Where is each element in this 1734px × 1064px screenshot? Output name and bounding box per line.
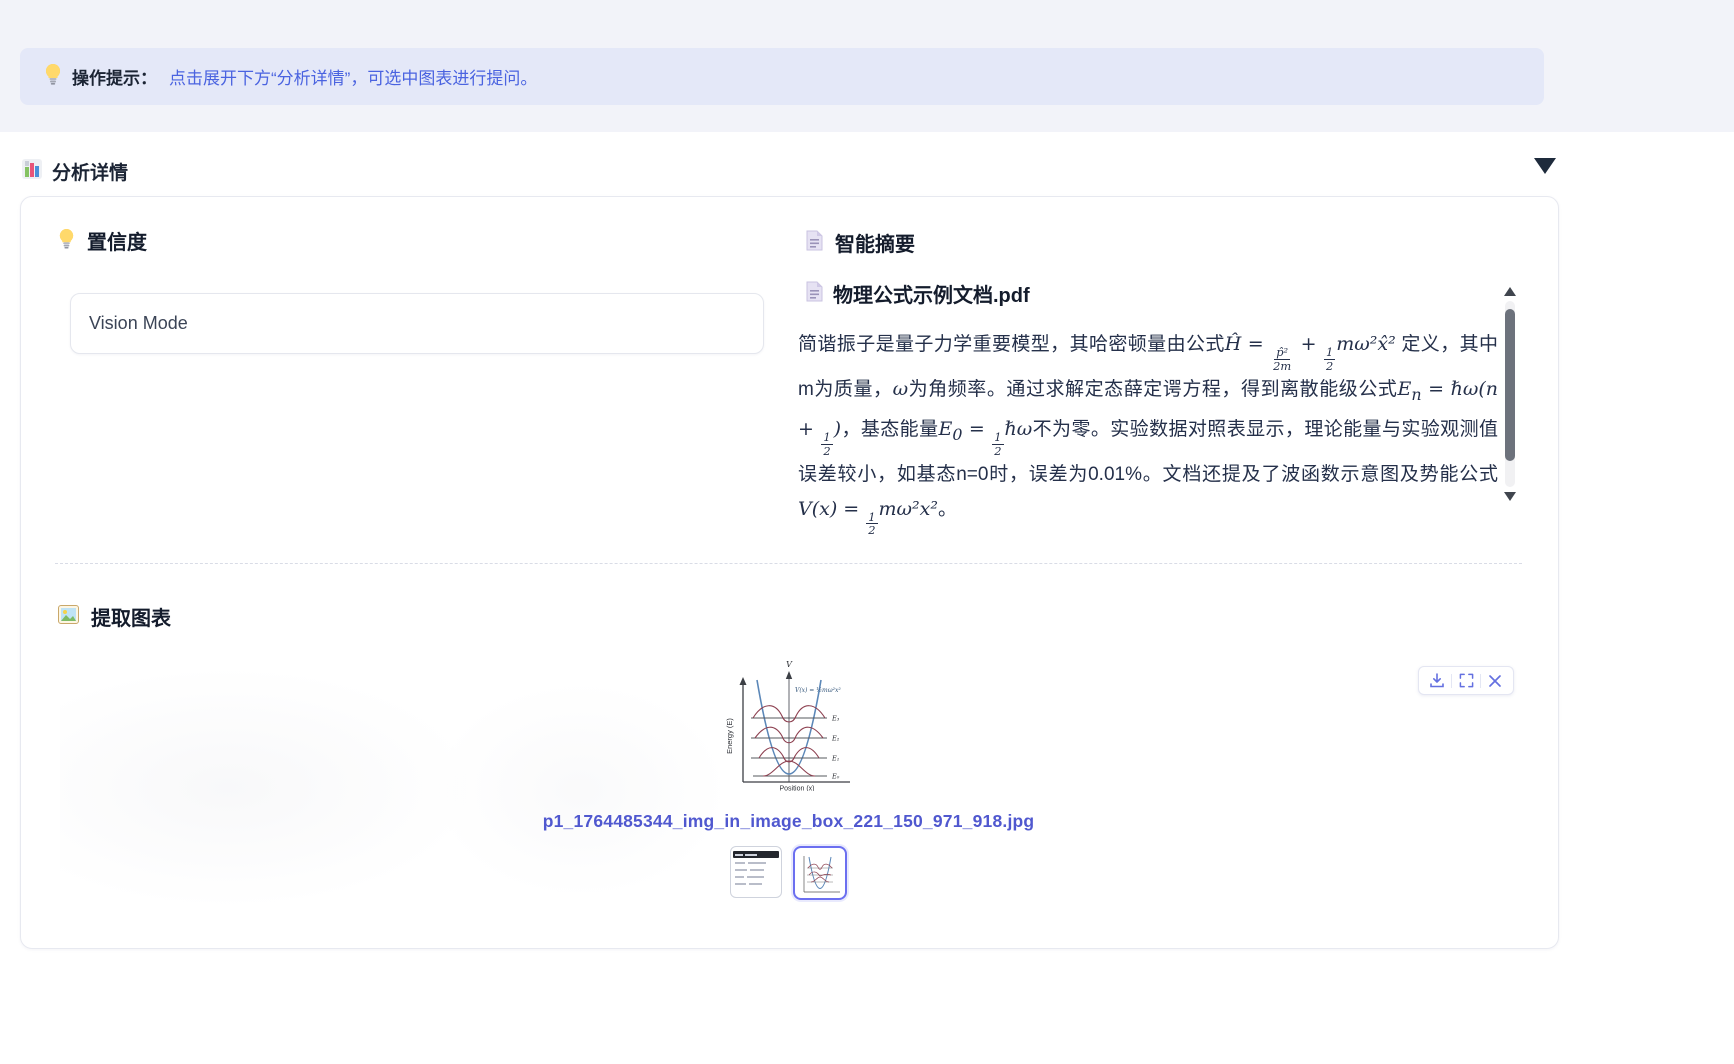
- chart-thumbnails: [20, 846, 1557, 900]
- hint-label: 操作提示：: [72, 64, 157, 89]
- confidence-section-header: 置信度: [58, 226, 147, 255]
- fullscreen-button[interactable]: [1452, 668, 1480, 693]
- extracted-section-header: 提取图表: [58, 602, 171, 631]
- document-icon: [806, 281, 823, 307]
- level-label-e0: E₀: [831, 773, 840, 781]
- lightbulb-icon: [58, 228, 75, 254]
- filename-row: p1_1764485344_img_in_image_box_221_150_9…: [20, 811, 1557, 832]
- summary-doc-row: 物理公式示例文档.pdf: [806, 279, 1030, 308]
- level-label-e3: E₃: [831, 715, 840, 723]
- scroll-down-icon[interactable]: [1504, 492, 1516, 501]
- figure-x-axis-label: Position (x): [779, 786, 814, 792]
- analysis-panel-header[interactable]: 分析详情: [22, 154, 1556, 188]
- chart-actions-toolbar: [1418, 666, 1514, 695]
- summary-title: 智能摘要: [835, 228, 915, 257]
- hint-bar: 操作提示： 点击展开下方“分析详情”，可选中图表进行提问。: [20, 48, 1544, 105]
- thumbnail-table[interactable]: [730, 846, 782, 898]
- summary-doc-title: 物理公式示例文档.pdf: [833, 279, 1030, 308]
- extracted-title: 提取图表: [91, 602, 171, 631]
- picture-icon: [58, 605, 79, 629]
- panel-title: 分析详情: [52, 158, 128, 185]
- section-divider: [55, 563, 1522, 564]
- fullscreen-icon: [1459, 673, 1474, 688]
- hint-link[interactable]: 点击展开下方“分析详情”，可选中图表进行提问。: [169, 64, 537, 89]
- bar-chart-icon: [22, 159, 42, 184]
- document-icon: [806, 230, 823, 256]
- mini-chart-preview: [797, 850, 843, 896]
- extracted-chart-image[interactable]: V Energy (E) Position (x) V(x) = ½mω²x² …: [723, 656, 856, 791]
- collapse-triangle-icon[interactable]: [1534, 158, 1556, 174]
- thumbnail-oscillator-chart-selected[interactable]: [793, 846, 847, 900]
- mini-table-preview: [733, 849, 779, 895]
- confidence-title: 置信度: [87, 226, 147, 255]
- summary-paragraph: 简谐振子是量子力学重要模型，其哈密顿量由公式Ĥ = p̂²2m + 12mω²x…: [798, 327, 1498, 537]
- level-label-e1: E₁: [831, 755, 839, 763]
- confidence-mode-value: Vision Mode: [89, 313, 188, 334]
- figure-v-axis-label: V: [786, 660, 793, 669]
- scroll-up-icon[interactable]: [1504, 287, 1516, 296]
- scrollbar-thumb[interactable]: [1505, 309, 1515, 461]
- confidence-mode-card: Vision Mode: [70, 293, 764, 354]
- summary-section-header: 智能摘要: [806, 228, 915, 257]
- level-label-e2: E₂: [831, 735, 840, 743]
- chart-filename-link[interactable]: p1_1764485344_img_in_image_box_221_150_9…: [543, 811, 1035, 831]
- figure-formula-annotation: V(x) = ½mω²x²: [795, 687, 841, 694]
- lightbulb-icon: [44, 63, 62, 90]
- summary-scrollbar[interactable]: [1502, 287, 1518, 501]
- download-button[interactable]: [1423, 668, 1451, 693]
- download-icon: [1429, 673, 1445, 689]
- figure-y-axis-label: Energy (E): [725, 718, 734, 754]
- close-button[interactable]: [1481, 668, 1509, 693]
- close-icon: [1488, 674, 1502, 688]
